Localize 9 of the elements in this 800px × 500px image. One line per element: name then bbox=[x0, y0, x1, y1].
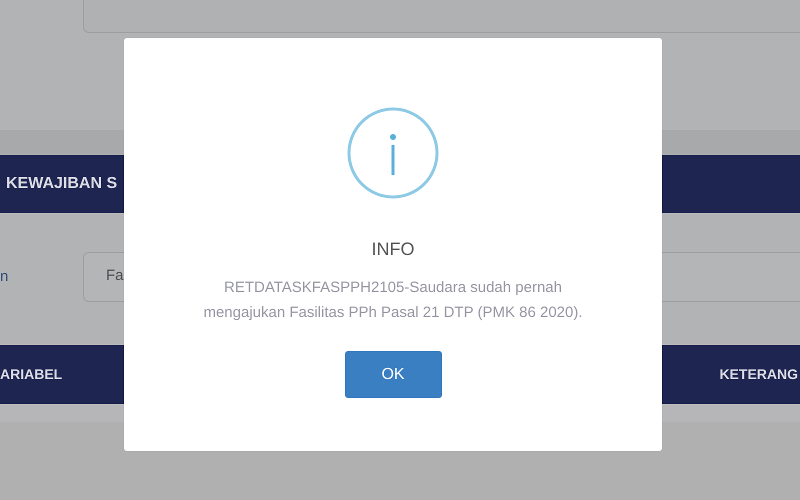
column-header: ARIABEL bbox=[0, 365, 62, 384]
dialog-message: RETDATASKFASPPH2105-Saudara sudah pernah mengajukan Fasilitas PPh Pasal 21 DTP (PMK 86 2020). bbox=[202, 278, 584, 323]
column-header: KETERANG bbox=[719, 365, 799, 384]
field-value: Fa bbox=[106, 266, 124, 286]
ok-button[interactable]: OK bbox=[344, 351, 442, 398]
info-icon bbox=[347, 107, 439, 199]
field-label: n bbox=[0, 268, 8, 284]
section-title: KEWAJIBAN S bbox=[6, 174, 118, 194]
dialog-title: INFO bbox=[372, 238, 414, 261]
